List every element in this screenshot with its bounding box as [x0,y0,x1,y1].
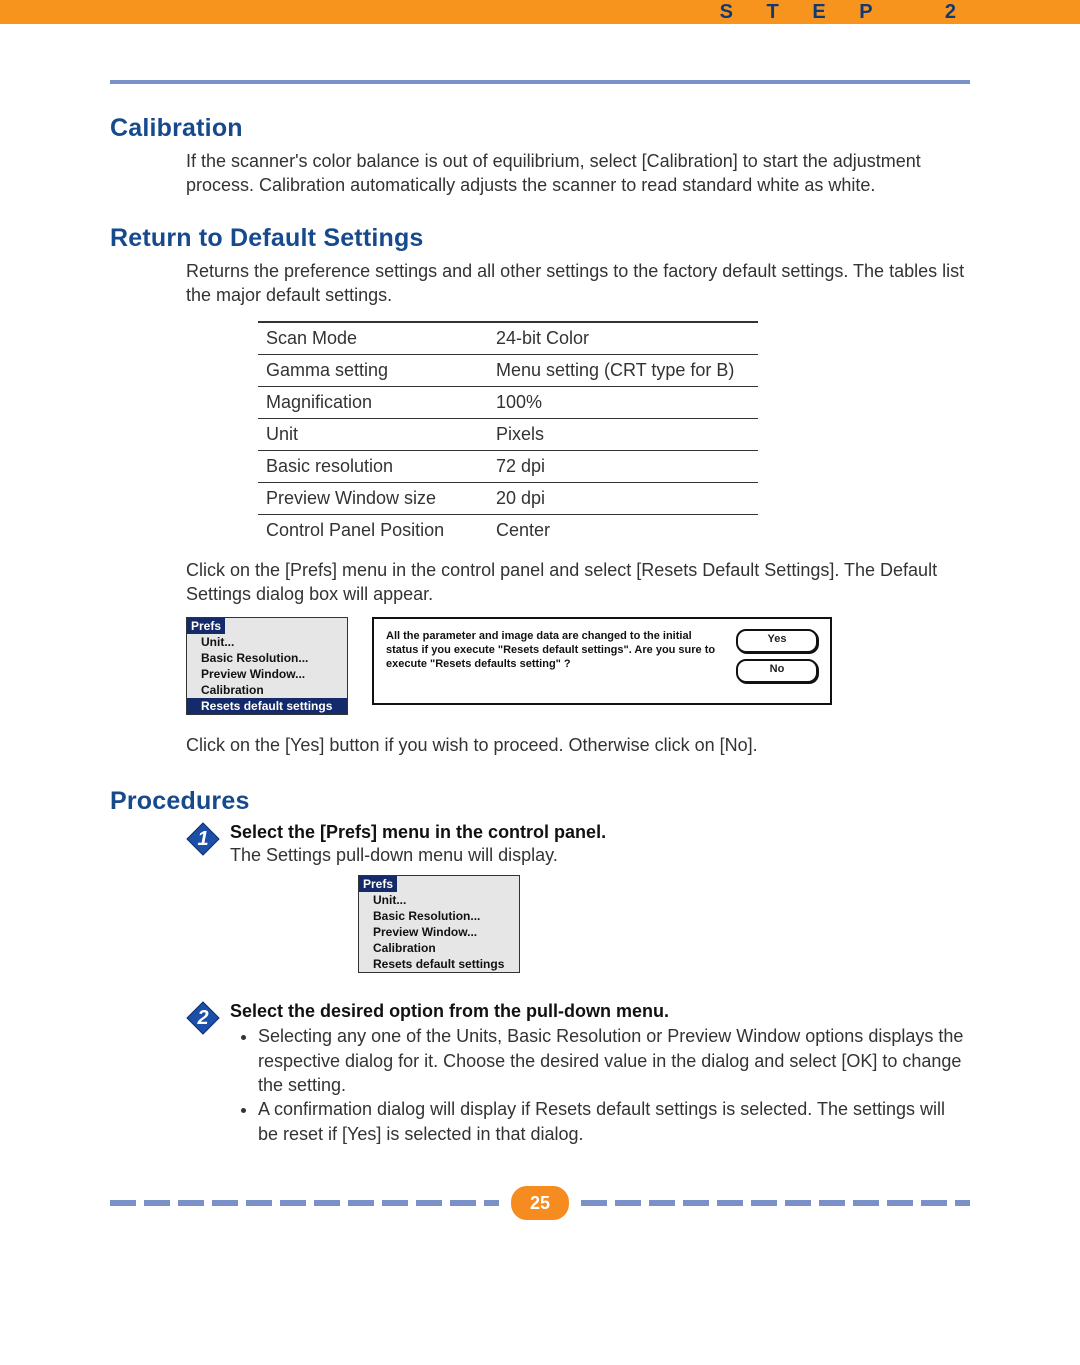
setting-value: Pixels [488,419,758,451]
table-row: Scan Mode24-bit Color [258,322,758,355]
menu-item[interactable]: Basic Resolution... [359,908,519,924]
dialog-message: All the parameter and image data are cha… [386,629,724,683]
footer-dash [649,1200,675,1206]
footer-dash [785,1200,811,1206]
step-number-icon: 2 [186,1001,220,1035]
footer-dash [819,1200,845,1206]
menu-titlebar: Prefs [187,618,225,634]
setting-name: Basic resolution [258,451,488,483]
svg-text:1: 1 [197,828,208,850]
table-row: Gamma settingMenu setting (CRT type for … [258,355,758,387]
yes-button[interactable]: Yes [736,629,818,653]
menu-titlebar: Prefs [359,876,397,892]
step-heading: Select the [Prefs] menu in the control p… [230,822,970,843]
setting-value: Menu setting (CRT type for B) [488,355,758,387]
footer-dash [110,1200,136,1206]
setting-name: Control Panel Position [258,515,488,547]
menu-item[interactable]: Unit... [359,892,519,908]
defaults-table: Scan Mode24-bit ColorGamma settingMenu s… [258,321,758,546]
footer-dash [853,1200,879,1206]
defaults-after-table: Click on the [Prefs] menu in the control… [186,558,970,607]
bullet-item: Selecting any one of the Units, Basic Re… [258,1024,970,1097]
footer-dash [717,1200,743,1206]
footer-dash [280,1200,306,1206]
section-title-procedures: Procedures [110,787,970,816]
footer-dash [751,1200,777,1206]
step-number-icon: 1 [186,822,220,856]
step-bullets: Selecting any one of the Units, Basic Re… [230,1024,970,1145]
menu-item[interactable]: Calibration [359,940,519,956]
prefs-menu[interactable]: Prefs Unit...Basic Resolution...Preview … [186,617,348,715]
footer-dash [212,1200,238,1206]
section-title-calibration: Calibration [110,114,970,143]
procedure-step: 1 Select the [Prefs] menu in the control … [186,822,970,973]
confirm-dialog: All the parameter and image data are cha… [372,617,832,705]
step-body: The Settings pull-down menu will display… [230,843,970,867]
table-row: Magnification100% [258,387,758,419]
table-row: UnitPixels [258,419,758,451]
footer-dash [955,1200,970,1206]
footer-dash [450,1200,476,1206]
setting-name: Preview Window size [258,483,488,515]
footer-dash [246,1200,272,1206]
menu-item[interactable]: Unit... [187,634,347,650]
menu-item[interactable]: Preview Window... [359,924,519,940]
setting-value: 20 dpi [488,483,758,515]
table-row: Control Panel PositionCenter [258,515,758,547]
procedure-step: 2 Select the desired option from the pull… [186,1001,970,1145]
page-number: 25 [511,1186,569,1220]
setting-value: 100% [488,387,758,419]
setting-name: Gamma setting [258,355,488,387]
menu-item[interactable]: Basic Resolution... [187,650,347,666]
footer-dash [348,1200,374,1206]
setting-name: Scan Mode [258,322,488,355]
footer-dash [581,1200,607,1206]
footer-dash [416,1200,442,1206]
setting-value: Center [488,515,758,547]
footer-dash [382,1200,408,1206]
menu-item[interactable]: Resets default settings [187,698,347,714]
section-title-defaults: Return to Default Settings [110,224,970,253]
setting-value: 24-bit Color [488,322,758,355]
prefs-menu[interactable]: PrefsUnit...Basic Resolution...Preview W… [358,875,520,973]
footer-dash [144,1200,170,1206]
footer-dash [887,1200,913,1206]
footer-dash [484,1200,499,1206]
setting-name: Unit [258,419,488,451]
footer-dash [178,1200,204,1206]
header-bar: S T E P 2 [0,0,1080,24]
footer-dash [921,1200,947,1206]
table-row: Basic resolution72 dpi [258,451,758,483]
step-heading: Select the desired option from the pull-… [230,1001,970,1022]
calibration-text: If the scanner's color balance is out of… [186,149,970,198]
setting-name: Magnification [258,387,488,419]
footer-dash [683,1200,709,1206]
setting-value: 72 dpi [488,451,758,483]
menu-item[interactable]: Resets default settings [359,956,519,972]
menu-item[interactable]: Preview Window... [187,666,347,682]
step-label: S T E P 2 [720,0,970,24]
footer-dash [615,1200,641,1206]
menu-item[interactable]: Calibration [187,682,347,698]
svg-text:2: 2 [196,1007,208,1029]
defaults-after-dialog: Click on the [Yes] button if you wish to… [186,733,970,757]
table-row: Preview Window size20 dpi [258,483,758,515]
footer-dash [314,1200,340,1206]
no-button[interactable]: No [736,659,818,683]
divider [110,80,970,84]
page-footer: 25 [110,1191,970,1215]
defaults-intro: Returns the preference settings and all … [186,259,970,308]
bullet-item: A confirmation dialog will display if Re… [258,1097,970,1146]
